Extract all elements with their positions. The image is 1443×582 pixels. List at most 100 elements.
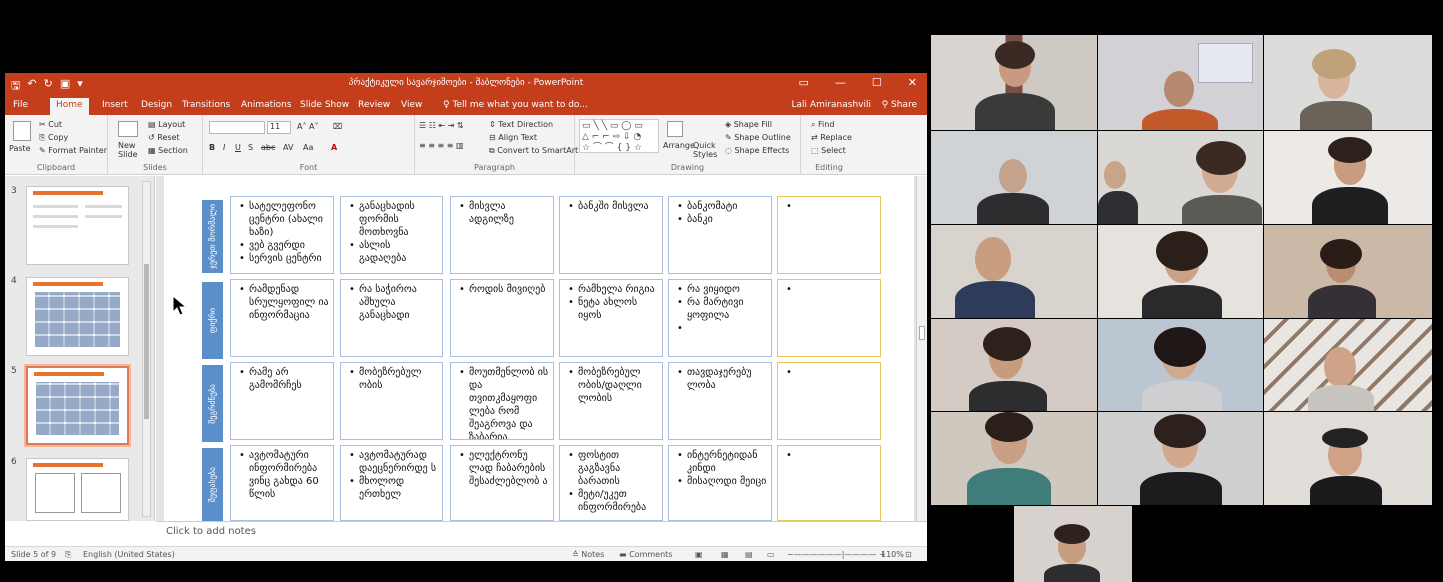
tab-transitions[interactable]: Transitions: [182, 100, 230, 110]
table-cell[interactable]: რა ვიყიდორა მარტივი ყოფილა: [668, 279, 772, 357]
slide-canvas[interactable]: ჯერეთ მორმალი ფიქრი შეგრძნება შეფასება ს…: [164, 176, 914, 521]
font-name-box[interactable]: [209, 121, 265, 134]
table-cell[interactable]: თავდაჯერებუ ლობა: [668, 362, 772, 440]
cut-button[interactable]: ✂ Cut: [39, 120, 62, 129]
normal-view-icon[interactable]: ▣: [695, 550, 703, 559]
video-tile[interactable]: [1014, 506, 1132, 582]
table-cell[interactable]: ფოსტით გაგზავნა ბარათისმეტი/უკეთ ინფორმი…: [559, 445, 663, 521]
video-tile[interactable]: [1264, 412, 1432, 505]
table-cell[interactable]: [777, 362, 881, 440]
reset-button[interactable]: ↺ Reset: [148, 133, 180, 142]
tell-me-search[interactable]: ♀ Tell me what you want to do...: [443, 100, 588, 110]
shapes-gallery[interactable]: ▭ ╲ ╲ ▭ ◯ ▭ △ ⌐ ⌐ ⇨ ⇩ ◔ ☆ ⌒ ⌒ { } ☆: [579, 119, 659, 153]
tab-insert[interactable]: Insert: [102, 100, 128, 110]
tab-file[interactable]: File: [13, 100, 28, 110]
quick-styles-button[interactable]: Quick Styles: [693, 141, 717, 159]
table-cell[interactable]: ელექტრონუ ლად ჩაბარების შესაძლებლობ ა: [450, 445, 554, 521]
table-cell[interactable]: მობეზრებულ ობის: [340, 362, 443, 440]
slide-thumbnail-3[interactable]: [26, 186, 129, 265]
table-cell[interactable]: რამე არ გამომრჩეს: [230, 362, 334, 440]
notes-pane[interactable]: Click to add notes: [156, 521, 927, 546]
video-tile[interactable]: [1264, 225, 1432, 318]
table-cell[interactable]: მოუთმენლობ ის და თვითკმაყოფი ლება რომ შე…: [450, 362, 554, 440]
ribbon-display-icon[interactable]: ▭: [799, 76, 809, 89]
table-cell[interactable]: [777, 445, 881, 521]
video-tile[interactable]: [931, 131, 1097, 224]
table-cell[interactable]: მობეზრებულ ობის/დაღლი ლობის: [559, 362, 663, 440]
tab-animations[interactable]: Animations: [241, 100, 292, 110]
video-tile[interactable]: [1264, 131, 1432, 224]
font-size-box[interactable]: 11: [267, 121, 291, 134]
zoom-slider[interactable]: −——————|———— +: [787, 550, 886, 559]
video-tile[interactable]: [1264, 319, 1432, 411]
video-tile[interactable]: [1098, 319, 1263, 411]
tab-review[interactable]: Review: [358, 100, 390, 110]
paste-button[interactable]: Paste: [9, 144, 31, 153]
shape-effects-button[interactable]: ◌ Shape Effects: [725, 146, 789, 155]
arrange-icon[interactable]: [667, 121, 683, 137]
notes-button[interactable]: ≙ Notes: [572, 550, 604, 559]
tab-slide-show[interactable]: Slide Show: [300, 100, 349, 110]
align-text-button[interactable]: ⊟ Align Text: [489, 133, 537, 142]
minimize-icon[interactable]: —: [835, 76, 846, 89]
select-button[interactable]: ⬚ Select: [811, 146, 846, 155]
zoom-level[interactable]: 110%: [881, 550, 904, 559]
table-cell[interactable]: რამდენად სრულყოფილ ია ინფორმაცია: [230, 279, 334, 357]
table-cell[interactable]: ავტომატურად დაეცნერირდე სმხოლოდ ერთხელ: [340, 445, 443, 521]
video-tile[interactable]: [1098, 225, 1263, 318]
table-cell[interactable]: რამხელა რიგიანეტა ახლოს იყოს: [559, 279, 663, 357]
convert-smartart-button[interactable]: ⧉ Convert to SmartArt: [489, 146, 578, 156]
table-cell[interactable]: ბანკომატიბანკი: [668, 196, 772, 274]
table-cell[interactable]: როდის მივიღებ: [450, 279, 554, 357]
shape-fill-button[interactable]: ◈ Shape Fill: [725, 120, 772, 129]
text-direction-button[interactable]: ⇕ Text Direction: [489, 120, 553, 129]
tab-home[interactable]: Home: [50, 98, 89, 115]
table-cell[interactable]: სატელეფონო ცენტრი (ახალი ხაზი)ვებ გვერდი…: [230, 196, 334, 274]
language-indicator[interactable]: English (United States): [83, 550, 175, 559]
paste-icon[interactable]: [13, 121, 31, 141]
change-case-icon[interactable]: Aa: [303, 143, 313, 152]
table-cell[interactable]: [777, 279, 881, 357]
video-tile[interactable]: [931, 225, 1097, 318]
video-tile[interactable]: [1098, 131, 1263, 224]
clear-format-icon[interactable]: ⌧: [333, 122, 342, 131]
find-button[interactable]: ⌕ Find: [811, 120, 834, 130]
fit-slide-icon[interactable]: ⊡: [905, 550, 912, 559]
slide-scrollbar[interactable]: [916, 176, 927, 521]
italic-button[interactable]: I: [223, 143, 225, 152]
comments-button[interactable]: ▬ Comments: [619, 550, 672, 559]
row-label[interactable]: შეფასება: [202, 448, 223, 521]
video-tile[interactable]: [931, 319, 1097, 411]
table-cell[interactable]: რა საჭიროა აშხულა განაცხადი: [340, 279, 443, 357]
row-label[interactable]: ფიქრი: [202, 282, 223, 359]
row-label[interactable]: შეგრძნება: [202, 365, 223, 442]
slideshow-icon[interactable]: ▭: [767, 550, 775, 559]
underline-button[interactable]: U: [235, 143, 241, 152]
format-painter-button[interactable]: ✎ Format Painter: [39, 146, 107, 155]
scrollbar-thumb[interactable]: [919, 326, 925, 340]
table-cell[interactable]: ინტერნეტიდან კინდიმისაღოდი მეიცი: [668, 445, 772, 521]
strikethrough-button[interactable]: abc: [261, 143, 275, 152]
video-tile[interactable]: [1098, 412, 1263, 505]
table-cell[interactable]: ბანკში მისვლა: [559, 196, 663, 274]
video-tile[interactable]: [931, 412, 1097, 505]
video-tile[interactable]: [1264, 35, 1432, 130]
share-button[interactable]: ⚲ Share: [882, 100, 917, 110]
thumbnail-scrollbar[interactable]: [142, 181, 151, 517]
video-tile[interactable]: [931, 35, 1097, 130]
slide-thumbnail-4[interactable]: [26, 277, 129, 356]
row-label[interactable]: ჯერეთ მორმალი: [202, 200, 223, 273]
table-cell[interactable]: [777, 196, 881, 274]
reading-view-icon[interactable]: ▤: [745, 550, 753, 559]
arrange-button[interactable]: Arrange: [663, 141, 695, 150]
table-cell[interactable]: ავტომატური ინფორმირება ვინც გახდა 60 წლი…: [230, 445, 334, 521]
new-slide-icon[interactable]: [118, 121, 138, 137]
table-cell[interactable]: განაცხადის ფორმის მოთხოვნაასლის გადაღება: [340, 196, 443, 274]
table-cell[interactable]: მისვლა ადგილზე: [450, 196, 554, 274]
shape-outline-button[interactable]: ✎ Shape Outline: [725, 133, 791, 142]
new-slide-button[interactable]: New Slide: [118, 141, 144, 159]
scrollbar-thumb[interactable]: [144, 264, 149, 419]
bullets-icon[interactable]: ☰ ☷ ⇤ ⇥ ⇅: [419, 121, 464, 130]
slide-thumbnail-6[interactable]: [26, 458, 129, 521]
close-icon[interactable]: ✕: [908, 76, 917, 89]
